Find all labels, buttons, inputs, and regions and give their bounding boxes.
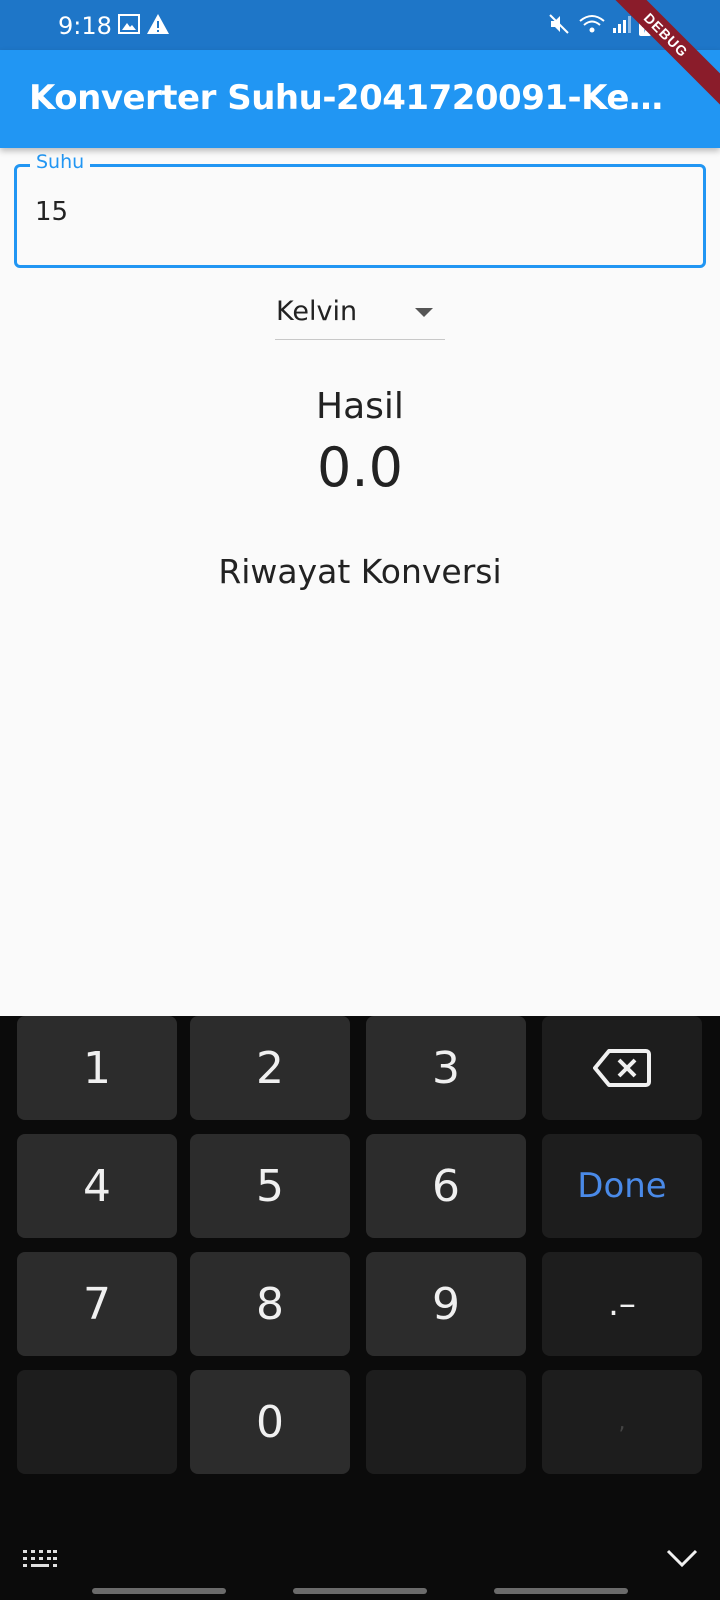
key-7[interactable]: 7	[17, 1252, 177, 1356]
key-2[interactable]: 2	[190, 1016, 350, 1120]
history-title: Riwayat Konversi	[218, 552, 502, 591]
signal-icon	[612, 13, 632, 40]
dropdown-arrow-icon[interactable]	[415, 308, 433, 317]
keyboard-switch-icon[interactable]	[22, 1548, 58, 1575]
status-time: 9:18	[58, 12, 112, 40]
warning-icon	[146, 13, 170, 40]
done-key[interactable]: Done	[542, 1134, 702, 1238]
mute-icon	[548, 13, 570, 40]
unit-dropdown-value[interactable]: Kelvin	[276, 296, 357, 327]
result-label: Hasil	[316, 386, 404, 427]
key-9[interactable]: 9	[366, 1252, 526, 1356]
key-dot-minus[interactable]: .–	[542, 1252, 702, 1356]
suhu-label: Suhu	[30, 151, 91, 173]
suhu-input[interactable]	[14, 164, 706, 268]
key-5[interactable]: 5	[190, 1134, 350, 1238]
key-empty-middle	[366, 1370, 526, 1474]
app-title: Konverter Suhu-2041720091-Kevin Ardiansy…	[29, 78, 679, 118]
key-0[interactable]: 0	[190, 1370, 350, 1474]
backspace-icon	[593, 1049, 651, 1087]
key-4[interactable]: 4	[17, 1134, 177, 1238]
nav-pill-left	[92, 1588, 226, 1594]
unit-dropdown[interactable]: Kelvin	[275, 288, 445, 340]
image-icon	[118, 13, 140, 40]
suhu-input-value[interactable]: 15	[35, 197, 68, 227]
key-empty-left	[17, 1370, 177, 1474]
backspace-key[interactable]	[542, 1016, 702, 1120]
app-bar: Konverter Suhu-2041720091-Kevin Ardiansy…	[0, 50, 720, 148]
nav-pill-right	[494, 1588, 628, 1594]
key-6[interactable]: 6	[366, 1134, 526, 1238]
hide-keyboard-icon[interactable]	[666, 1548, 698, 1573]
nav-pill-center	[293, 1588, 427, 1594]
key-1[interactable]: 1	[17, 1016, 177, 1120]
numeric-keyboard: 1 2 3 4 5 6 Done 7 8 9 .– 0 ,	[0, 1016, 720, 1600]
wifi-icon	[578, 13, 606, 40]
status-bar: 9:18	[0, 0, 720, 50]
key-comma[interactable]: ,	[542, 1370, 702, 1474]
result-value: 0.0	[317, 436, 403, 499]
key-3[interactable]: 3	[366, 1016, 526, 1120]
key-8[interactable]: 8	[190, 1252, 350, 1356]
